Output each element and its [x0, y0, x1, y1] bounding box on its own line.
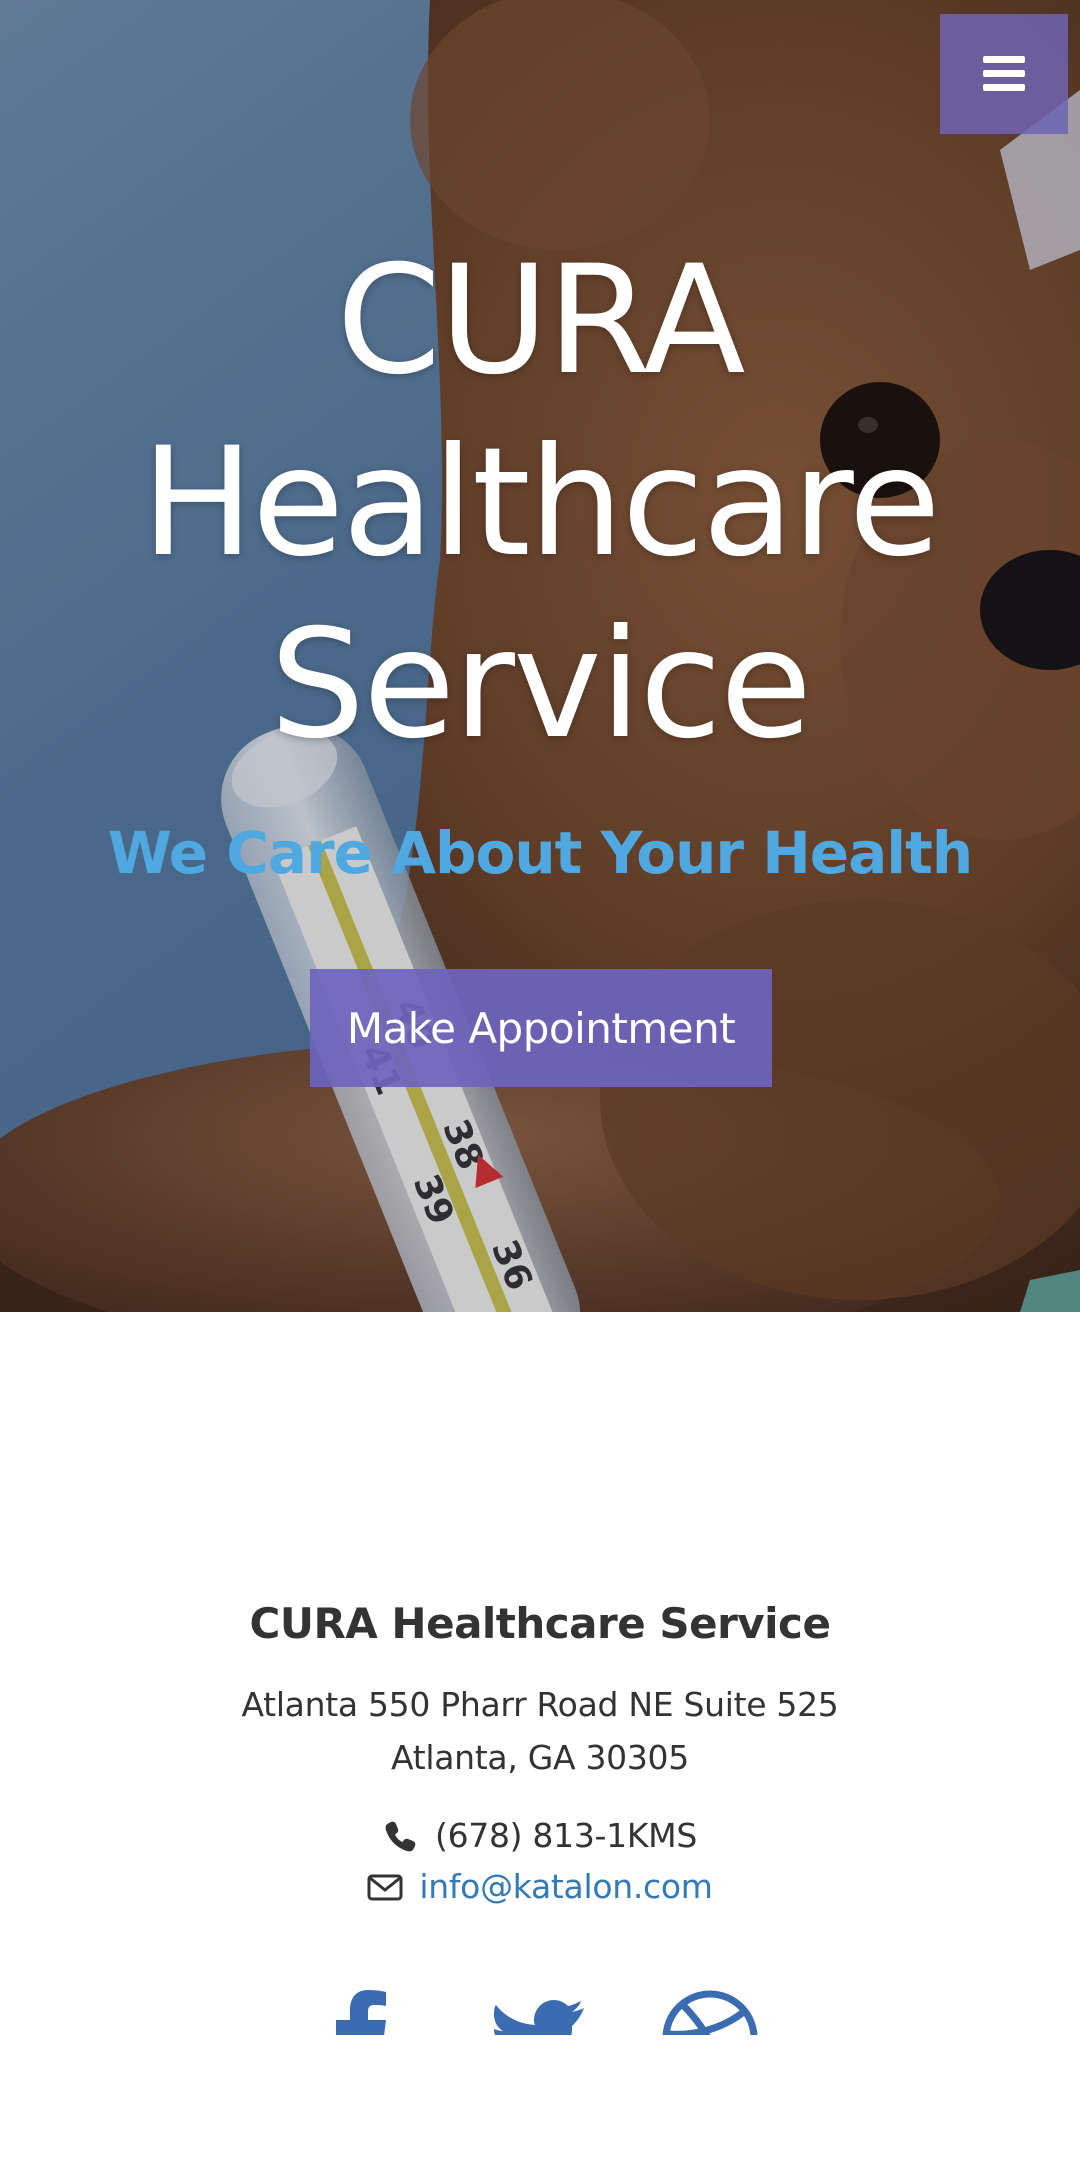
twitter-link[interactable] [488, 1990, 584, 2035]
hero-title: CURA Healthcare Service [0, 230, 1080, 776]
email-link[interactable]: info@katalon.com [419, 1862, 713, 1912]
twitter-icon [494, 2000, 584, 2035]
address: Atlanta 550 Pharr Road NE Suite 525 Atla… [0, 1678, 1080, 1784]
hero-section: 40 38 36 41 39 CURA Healthcare Service W… [0, 0, 1080, 1312]
menu-toggle-button[interactable] [940, 14, 1068, 134]
dribbble-icon [662, 1990, 758, 2035]
facebook-icon [336, 1990, 386, 2035]
hamburger-menu-icon [983, 56, 1025, 91]
make-appointment-button[interactable]: Make Appointment [310, 969, 772, 1087]
hero-subtitle: We Care About Your Health [107, 819, 973, 887]
hero-title-line-2: Healthcare [141, 416, 941, 590]
dribbble-link[interactable] [662, 1990, 758, 2035]
address-line-2: Atlanta, GA 30305 [391, 1738, 689, 1777]
envelope-icon [367, 1874, 403, 1901]
footer-title: CURA Healthcare Service [249, 1599, 831, 1648]
phone-line: (678) 813-1KMS [0, 1811, 1080, 1861]
hero-title-line-3: Service [269, 598, 812, 772]
address-line-1: Atlanta 550 Pharr Road NE Suite 525 [241, 1685, 839, 1724]
phone-icon [385, 1821, 416, 1852]
hero-title-line-1: CURA [336, 234, 745, 408]
email-line: info@katalon.com [0, 1862, 1080, 1912]
facebook-link[interactable] [332, 1990, 388, 2035]
phone-number: (678) 813-1KMS [435, 1816, 697, 1855]
social-links [0, 1990, 1080, 2035]
